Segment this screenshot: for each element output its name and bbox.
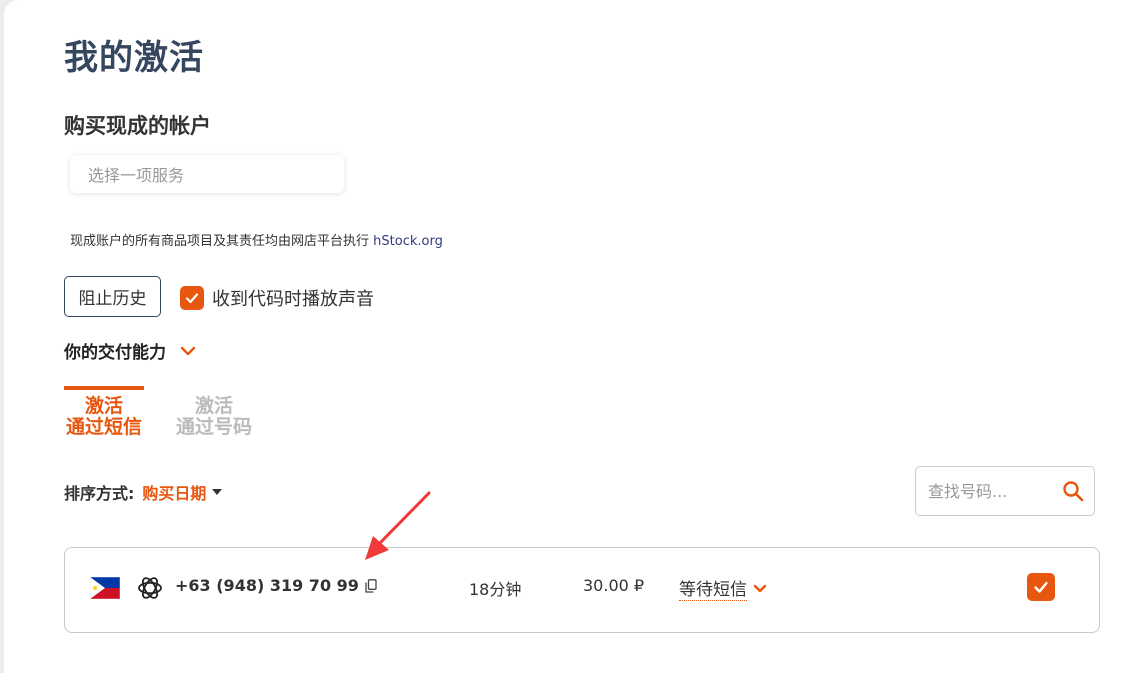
tab-number-activation[interactable]: 激活 通过号码 xyxy=(174,386,254,438)
chevron-down-icon xyxy=(753,584,767,592)
sound-label: 收到代码时播放声音 xyxy=(212,289,374,310)
hstock-link[interactable]: hStock.org xyxy=(373,234,443,249)
tab-sms-line2: 通过短信 xyxy=(65,416,142,438)
status-text: 等待短信 xyxy=(679,575,747,601)
check-icon xyxy=(185,293,199,304)
number-search-input[interactable] xyxy=(926,480,1062,502)
service-select[interactable]: 选择一项服务 xyxy=(70,155,344,193)
tab-number-line2: 通过号码 xyxy=(175,416,252,438)
caret-down-icon xyxy=(212,489,223,495)
main-card: 我的激活 购买现成的帐户 选择一项服务 现成账户的所有商品项目及其责任均由网店平… xyxy=(4,0,1148,673)
block-history-button[interactable]: 阻止历史 xyxy=(64,276,161,317)
delivery-capacity-toggle[interactable]: 你的交付能力 xyxy=(64,338,196,363)
chevron-down-icon xyxy=(180,346,196,355)
sort-value[interactable]: 购买日期 xyxy=(142,480,206,504)
tab-number-line1: 激活 xyxy=(194,395,233,417)
sound-toggle[interactable]: 收到代码时播放声音 xyxy=(180,285,374,311)
check-icon xyxy=(1034,581,1048,593)
number-search[interactable] xyxy=(915,466,1095,516)
phone-number-text: +63 (948) 319 70 99 xyxy=(175,576,359,595)
service-select-placeholder: 选择一项服务 xyxy=(88,166,185,185)
tab-sms-activation[interactable]: 激活 通过短信 xyxy=(64,386,144,438)
capacity-label: 你的交付能力 xyxy=(64,343,166,363)
tab-sms-line1: 激活 xyxy=(84,395,123,417)
sound-checkbox[interactable] xyxy=(180,286,204,310)
openai-icon xyxy=(138,577,162,599)
activation-price: 30.00 ₽ xyxy=(583,576,645,595)
activation-row: +63 (948) 319 70 99 18分钟 30.00 ₽ 等待短信 xyxy=(64,547,1100,633)
ready-accounts-heading: 购买现成的帐户 xyxy=(64,114,211,138)
phone-number: +63 (948) 319 70 99 xyxy=(175,576,377,595)
sort-control[interactable]: 排序方式: 购买日期 xyxy=(64,480,223,504)
search-icon[interactable] xyxy=(1062,480,1084,502)
philippines-flag-icon xyxy=(90,577,120,599)
activation-status[interactable]: 等待短信 xyxy=(679,575,767,601)
sort-label: 排序方式: xyxy=(64,484,135,503)
page-title: 我的激活 xyxy=(64,38,204,78)
notice-text: 现成账户的所有商品项目及其责任均由网店平台执行 xyxy=(70,234,370,249)
activation-duration: 18分钟 xyxy=(469,580,522,599)
activation-checkbox[interactable] xyxy=(1027,573,1055,601)
copy-icon[interactable] xyxy=(365,578,377,593)
ready-accounts-notice: 现成账户的所有商品项目及其责任均由网店平台执行 hStock.org xyxy=(70,230,443,249)
